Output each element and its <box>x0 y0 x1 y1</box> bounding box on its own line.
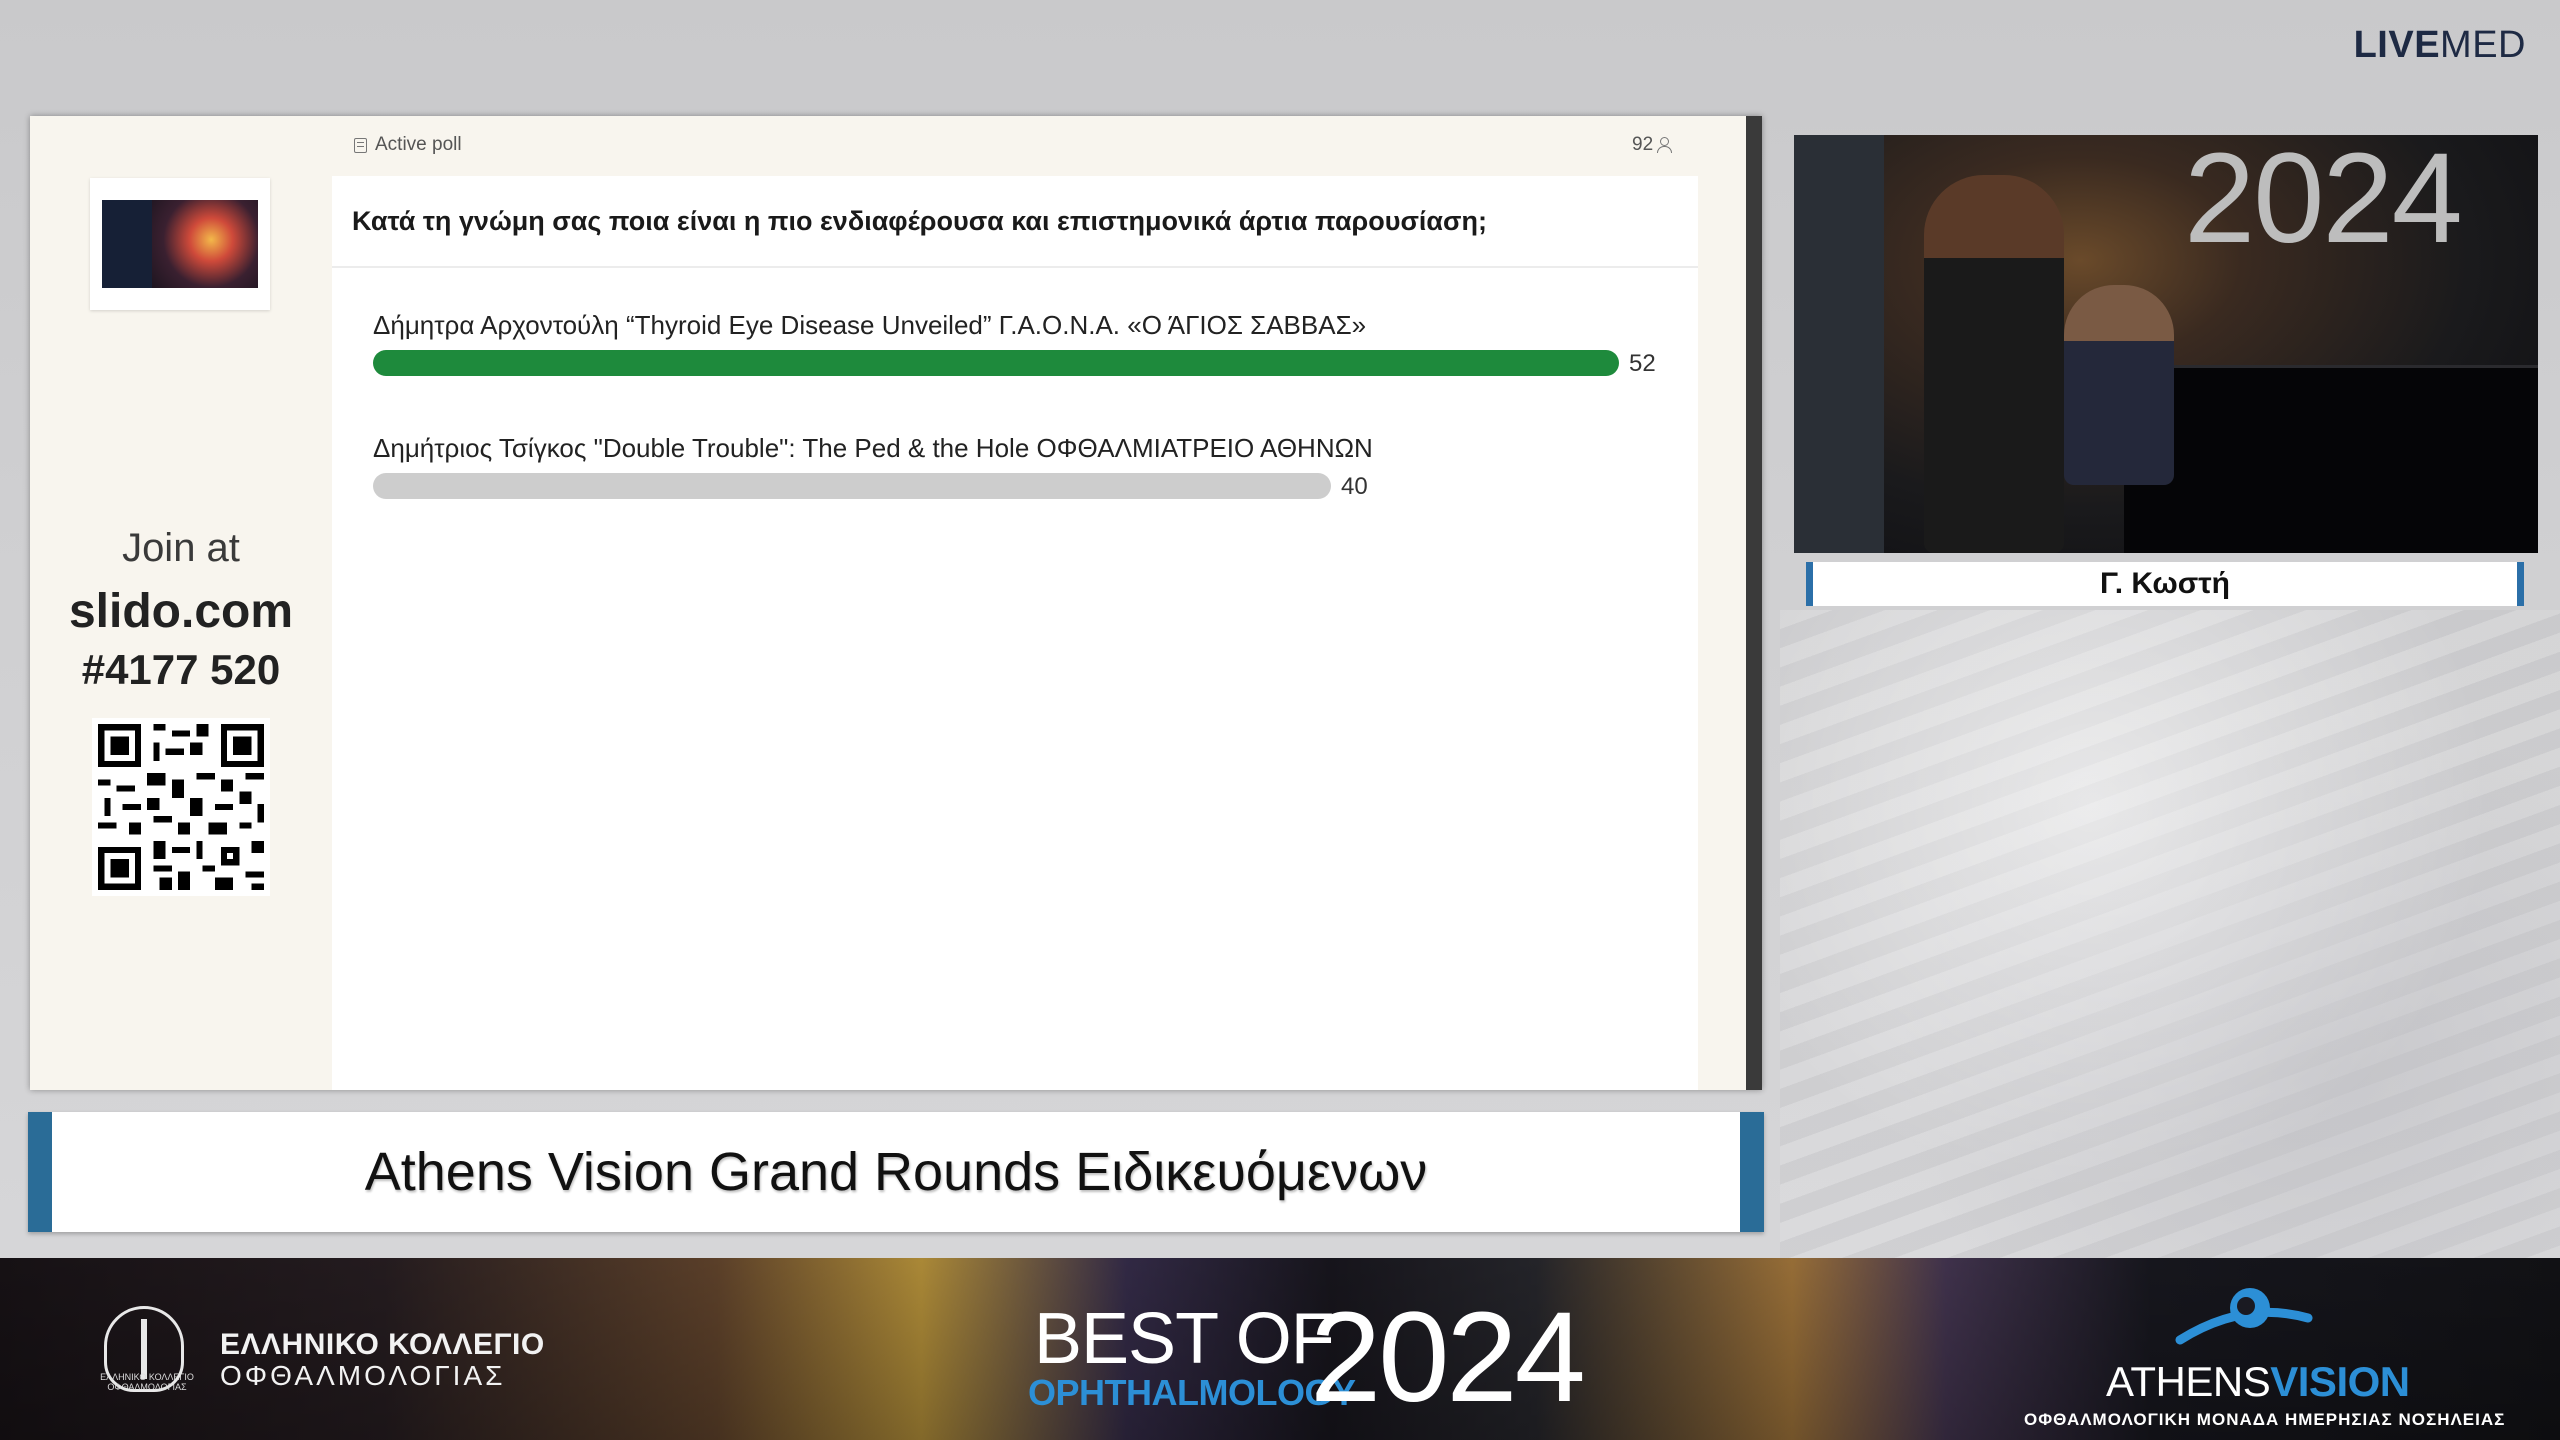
banner-title: Athens Vision Grand Rounds Ειδικευόμενων <box>364 1142 1428 1202</box>
join-prefix: Join at <box>122 526 240 570</box>
background-texture <box>1780 610 2560 1260</box>
speaker-video: 2024 <box>1794 135 2538 553</box>
athens-vision-eye-icon <box>2175 1288 2313 1345</box>
poll-option-votes: 40 <box>1341 473 1368 500</box>
participants-count: 92 <box>1632 134 1675 156</box>
poll-option-label: Δήμητρα Αρχοντούλη “Thyroid Eye Disease … <box>373 310 1367 340</box>
speaker-name-label: Γ. Κωστή <box>1806 562 2524 606</box>
qr-code <box>92 718 270 896</box>
livemed-logo: LIVEMED <box>2353 24 2526 66</box>
event-specialty: OPHTHALMOLOGY <box>1028 1372 1356 1413</box>
poll-option-votes: 52 <box>1629 350 1656 377</box>
poll-header <box>332 116 1698 176</box>
poll-icon <box>354 137 367 153</box>
college-name-line1: ΕΛΛΗΝΙΚΟ ΚΟΛΛΕΓΙΟ <box>220 1328 545 1361</box>
join-site[interactable]: slido.com <box>30 584 332 639</box>
athens-vision-subtitle: ΟΦΘΑΛΜΟΛΟΓΙΚΗ ΜΟΝΑΔΑ ΗΜΕΡΗΣΙΑΣ ΝΟΣΗΛΕΙΑΣ <box>2024 1410 2506 1429</box>
athens-vision-logo: ATHENSVISION <box>2106 1358 2410 1405</box>
poll-option-label: Δημήτριος Τσίγκος "Double Trouble": The … <box>373 433 1373 463</box>
active-poll-label: Active poll <box>375 134 462 155</box>
college-emblem-caption: ΕΛΛΗΝΙΚΟ ΚΟΛΛΕΓΙΟ ΟΦΘΑΛΜΟΛΟΓΙΑΣ <box>100 1372 194 1392</box>
poll-content <box>332 116 1698 1090</box>
people-icon <box>1657 137 1675 153</box>
backdrop-year: 2024 <box>2184 135 2463 270</box>
event-year: 2024 <box>1310 1286 1586 1429</box>
poll-question: Κατά τη γνώμη σας ποια είναι η πιο ενδια… <box>352 206 1487 236</box>
event-best-of: BEST OF <box>1034 1299 1335 1379</box>
college-name-line2: ΟΦΘΑΛΜΟΛΟΓΙΑΣ <box>220 1360 506 1391</box>
pianist <box>2064 285 2174 485</box>
poll-option-bar <box>373 350 1619 376</box>
participants-number: 92 <box>1632 134 1654 155</box>
scrollbar[interactable] <box>1746 116 1762 1090</box>
poll-option-bar <box>373 473 1331 499</box>
join-code: #4177 520 <box>81 646 281 693</box>
piano <box>2124 365 2538 553</box>
event-thumbnail <box>90 178 270 310</box>
active-poll-indicator: Active poll <box>354 134 462 156</box>
divider <box>332 266 1698 268</box>
speaker <box>1924 175 2064 553</box>
